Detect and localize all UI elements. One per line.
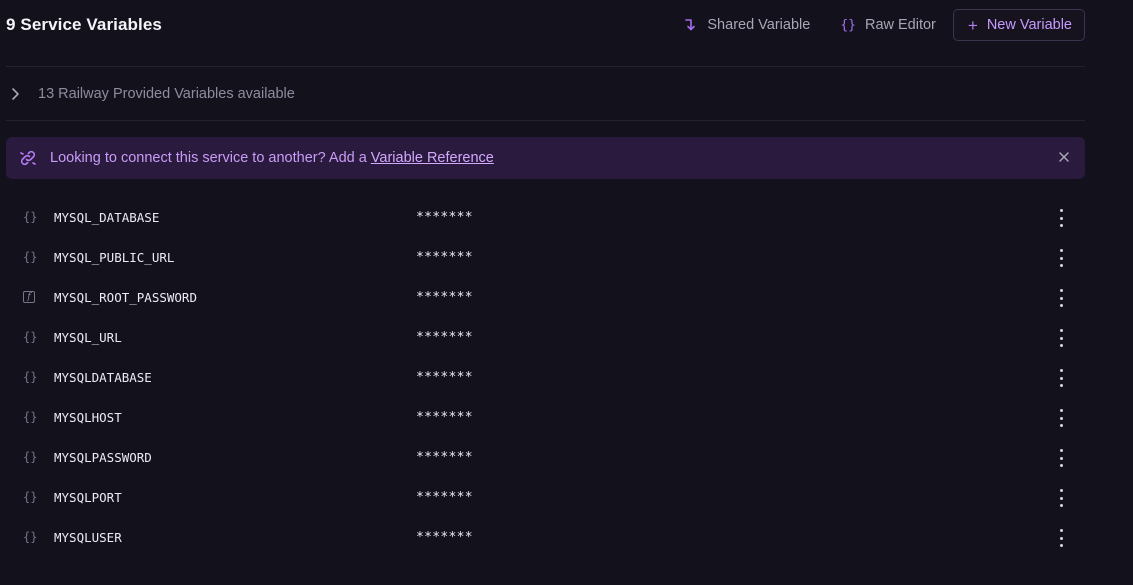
braces-icon: {}	[23, 210, 38, 224]
more-options-icon[interactable]	[1057, 409, 1065, 427]
braces-icon: {}	[23, 410, 38, 424]
braces-icon: {}	[23, 330, 38, 344]
variable-row: {} MYSQLPASSWORD *******	[6, 437, 1085, 477]
variable-name[interactable]: MYSQLDATABASE	[54, 370, 416, 385]
variable-name[interactable]: MYSQLPORT	[54, 490, 416, 505]
service-variables-panel: 9 Service Variables Shared Variable {} R…	[6, 0, 1085, 557]
variable-reference-link[interactable]: Variable Reference	[371, 150, 494, 166]
variable-value[interactable]: *******	[416, 450, 473, 465]
raw-editor-button[interactable]: {} Raw Editor	[840, 17, 936, 33]
more-options-icon[interactable]	[1057, 489, 1065, 507]
variable-row: {} MYSQL_DATABASE *******	[6, 197, 1085, 237]
variable-name[interactable]: MYSQL_DATABASE	[54, 210, 416, 225]
header-actions: Shared Variable {} Raw Editor + New Vari…	[684, 9, 1085, 41]
braces-icon: {}	[840, 17, 856, 33]
shared-variable-icon	[684, 17, 698, 33]
raw-editor-label: Raw Editor	[864, 17, 936, 33]
banner-text: Looking to connect this service to anoth…	[50, 150, 367, 166]
variable-reference-banner: Looking to connect this service to anoth…	[6, 137, 1085, 179]
variable-value[interactable]: *******	[416, 410, 473, 425]
variable-value[interactable]: *******	[416, 250, 473, 265]
panel-header: 9 Service Variables Shared Variable {} R…	[6, 0, 1085, 50]
variable-row: {} MYSQL_PUBLIC_URL *******	[6, 237, 1085, 277]
variable-value[interactable]: *******	[416, 370, 473, 385]
chevron-right-icon	[6, 87, 38, 101]
more-options-icon[interactable]	[1057, 329, 1065, 347]
railway-provided-label: 13 Railway Provided Variables available	[38, 85, 295, 102]
more-options-icon[interactable]	[1057, 449, 1065, 467]
divider	[6, 120, 1085, 121]
shared-variable-label: Shared Variable	[707, 17, 811, 33]
variable-name[interactable]: MYSQL_PUBLIC_URL	[54, 250, 416, 265]
variable-row: {} MYSQL_URL *******	[6, 317, 1085, 357]
page-title: 9 Service Variables	[6, 15, 162, 34]
new-variable-button[interactable]: + New Variable	[952, 9, 1085, 41]
variable-row: {} MYSQLUSER *******	[6, 517, 1085, 557]
more-options-icon[interactable]	[1057, 369, 1065, 387]
variable-row: {} MYSQLPORT *******	[6, 477, 1085, 517]
variable-value[interactable]: *******	[416, 530, 473, 545]
more-options-icon[interactable]	[1057, 529, 1065, 547]
function-icon: f	[6, 291, 54, 303]
variable-name[interactable]: MYSQLPASSWORD	[54, 450, 416, 465]
more-options-icon[interactable]	[1057, 249, 1065, 267]
shared-variable-button[interactable]: Shared Variable	[684, 17, 810, 33]
variable-value[interactable]: *******	[416, 290, 473, 305]
braces-icon: {}	[23, 450, 38, 464]
braces-icon: {}	[23, 530, 38, 544]
close-icon[interactable]	[1057, 150, 1071, 164]
variable-row: {} MYSQLHOST *******	[6, 397, 1085, 437]
plus-icon: +	[967, 15, 978, 35]
new-variable-label: New Variable	[986, 17, 1072, 33]
link-icon	[6, 148, 50, 168]
more-options-icon[interactable]	[1057, 209, 1065, 227]
braces-icon: {}	[23, 370, 38, 384]
variable-row: {} MYSQLDATABASE *******	[6, 357, 1085, 397]
variable-value[interactable]: *******	[416, 210, 473, 225]
variables-list: {} MYSQL_DATABASE ******* {} MYSQL_PUBLI…	[6, 197, 1085, 557]
more-options-icon[interactable]	[1057, 289, 1065, 307]
variable-name[interactable]: MYSQL_ROOT_PASSWORD	[54, 290, 416, 305]
braces-icon: {}	[23, 250, 38, 264]
variable-name[interactable]: MYSQLHOST	[54, 410, 416, 425]
variable-row: f MYSQL_ROOT_PASSWORD *******	[6, 277, 1085, 317]
variable-value[interactable]: *******	[416, 330, 473, 345]
function-glyph: f	[23, 291, 35, 303]
variable-name[interactable]: MYSQL_URL	[54, 330, 416, 345]
variable-value[interactable]: *******	[416, 490, 473, 505]
variable-name[interactable]: MYSQLUSER	[54, 530, 416, 545]
braces-icon: {}	[23, 490, 38, 504]
railway-provided-toggle[interactable]: 13 Railway Provided Variables available	[6, 67, 1085, 120]
